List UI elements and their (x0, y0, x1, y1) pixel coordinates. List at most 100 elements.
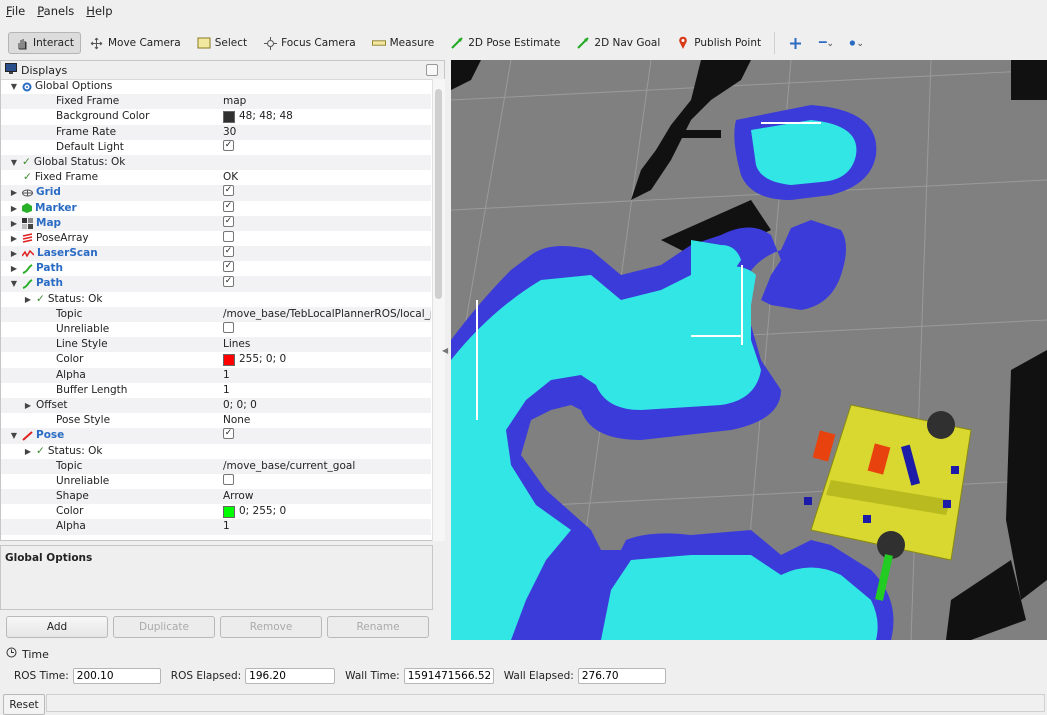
display-tree-row[interactable]: Alpha 1 (1, 519, 431, 535)
menu-file[interactable]: File (0, 4, 31, 18)
color-swatch[interactable] (223, 505, 235, 518)
display-tree-row[interactable]: Color 0; 255; 0 (1, 504, 431, 519)
display-property-value[interactable]: /move_base/current_goal (223, 459, 355, 474)
duplicate-button[interactable]: Duplicate (113, 616, 215, 638)
ros-elapsed-field[interactable] (245, 668, 336, 684)
displays-scrollbar[interactable] (432, 79, 445, 541)
color-swatch[interactable] (223, 353, 235, 366)
focus-camera-tool-button[interactable]: Focus Camera (256, 32, 363, 54)
display-property-value[interactable]: 255; 0; 0 (239, 352, 286, 367)
display-tree-row[interactable]: Alpha 1 (1, 367, 431, 383)
undock-button[interactable] (426, 64, 438, 76)
display-property-value[interactable]: /move_base/TebLocalPlannerROS/local_plan (223, 307, 431, 322)
enabled-checkbox[interactable]: ✓ (223, 185, 234, 197)
display-tree-row[interactable]: Buffer Length 1 (1, 383, 431, 398)
display-tree-row[interactable]: Default Light ✓ (1, 139, 431, 155)
measure-tool-button[interactable]: Measure (365, 32, 442, 54)
display-tree-row[interactable]: ✓ Fixed Frame OK (1, 170, 431, 185)
pose-estimate-tool-button[interactable]: 2D Pose Estimate (443, 32, 567, 54)
display-tree-row[interactable]: Unreliable (1, 473, 431, 489)
display-property-value[interactable]: Arrow (223, 489, 253, 504)
enabled-checkbox[interactable] (223, 230, 234, 242)
display-property-value[interactable]: 0; 255; 0 (239, 504, 286, 519)
display-tree-row[interactable]: ▶ ✓ Status: Ok (1, 292, 431, 307)
expand-down-icon[interactable]: ▼ (9, 276, 19, 291)
display-property-value[interactable]: Lines (223, 337, 250, 352)
display-tree-row[interactable]: ▶ Path ✓ (1, 261, 431, 276)
enabled-checkbox[interactable]: ✓ (223, 276, 234, 288)
remove-button[interactable]: Remove (220, 616, 322, 638)
display-tree-row[interactable]: ▶ Map ✓ (1, 215, 431, 231)
ros-time-field[interactable] (72, 668, 161, 684)
display-property-value[interactable]: 0; 0; 0 (223, 398, 257, 413)
display-tree-row[interactable]: Shape Arrow (1, 489, 431, 505)
menu-panels[interactable]: Panels (31, 4, 80, 18)
enabled-checkbox[interactable] (223, 473, 234, 485)
display-tree-row[interactable]: Topic/move_base/current_goal (1, 458, 431, 474)
add-button[interactable]: Add (6, 616, 108, 638)
display-tree-row[interactable]: ▶ ✓ Status: Ok (1, 444, 431, 459)
display-tree-row[interactable]: ▼ Path ✓ (1, 276, 431, 292)
publish-point-tool-button[interactable]: Publish Point (669, 32, 768, 54)
menu-help[interactable]: Help (80, 4, 118, 18)
move-camera-tool-button[interactable]: Move Camera (83, 32, 188, 54)
expand-right-icon[interactable]: ▶ (23, 444, 33, 459)
collapse-left-arrow-icon[interactable]: ◀ (442, 346, 448, 355)
wall-time-field[interactable] (403, 668, 494, 684)
expand-down-icon[interactable]: ▼ (9, 155, 19, 170)
interact-tool-button[interactable]: Interact (8, 32, 81, 54)
display-tree-row[interactable]: ▶ Offset 0; 0; 0 (1, 397, 431, 414)
display-property-value[interactable]: 1 (223, 519, 230, 534)
display-tree-row[interactable]: Color 255; 0; 0 (1, 352, 431, 367)
expand-right-icon[interactable]: ▶ (9, 216, 19, 231)
display-property-value[interactable]: 30 (223, 125, 236, 140)
reset-button[interactable]: Reset (3, 694, 45, 715)
select-tool-button[interactable]: Select (190, 32, 254, 54)
enabled-checkbox[interactable]: ✓ (223, 428, 234, 440)
display-tree-row[interactable]: ▼ ✓ Global Status: Ok (1, 154, 431, 171)
expand-right-icon[interactable]: ▶ (9, 231, 19, 246)
display-tree-row[interactable]: ▼ Pose ✓ (1, 428, 431, 444)
display-tree-row[interactable]: Frame Rate 30 (1, 124, 431, 140)
enabled-checkbox[interactable]: ✓ (223, 215, 234, 227)
rename-button[interactable]: Rename (327, 616, 429, 638)
display-tree-row[interactable]: Unreliable (1, 322, 431, 337)
scrollbar-thumb[interactable] (435, 89, 442, 299)
expand-right-icon[interactable]: ▶ (9, 201, 19, 216)
enabled-checkbox[interactable]: ✓ (223, 200, 234, 212)
display-property-value[interactable]: None (223, 413, 250, 428)
display-tree-row[interactable]: ▶ LaserScan ✓ (1, 246, 431, 262)
display-tree-row[interactable]: ▶ Marker ✓ (1, 200, 431, 216)
camera-tool-menu[interactable] (841, 32, 869, 54)
expand-right-icon[interactable]: ▶ (23, 292, 33, 307)
display-tree-row[interactable]: Pose Style None (1, 413, 431, 428)
nav-goal-tool-button[interactable]: 2D Nav Goal (569, 32, 667, 54)
expand-down-icon[interactable]: ▼ (9, 428, 19, 443)
expand-right-icon[interactable]: ▶ (23, 398, 33, 413)
expand-right-icon[interactable]: ▶ (9, 246, 19, 261)
enabled-checkbox[interactable]: ✓ (223, 246, 234, 258)
display-tree-row[interactable]: Fixed Frame map (1, 94, 431, 110)
expand-down-icon[interactable]: ▼ (9, 79, 19, 94)
display-tree-row[interactable]: ▶ PoseArray (1, 230, 431, 246)
color-swatch[interactable] (223, 110, 235, 123)
display-property-value[interactable]: OK (223, 170, 238, 185)
remove-tool-menu[interactable] (811, 32, 839, 54)
display-property-value[interactable]: 1 (223, 368, 230, 383)
display-tree-row[interactable]: ▶ Grid ✓ (1, 185, 431, 201)
display-property-value[interactable]: 48; 48; 48 (239, 109, 293, 124)
render-viewport[interactable] (451, 60, 1047, 640)
display-tree-row[interactable]: ▼ Global Options (1, 79, 431, 94)
wall-elapsed-field[interactable] (577, 668, 666, 684)
expand-right-icon[interactable]: ▶ (9, 261, 19, 276)
expand-right-icon[interactable]: ▶ (9, 185, 19, 200)
display-property-value[interactable]: map (223, 94, 246, 109)
add-tool-button[interactable] (781, 32, 809, 54)
display-tree-row[interactable]: Line Style Lines (1, 337, 431, 353)
enabled-checkbox[interactable] (223, 322, 234, 333)
enabled-checkbox[interactable]: ✓ (223, 261, 234, 273)
display-tree-row[interactable]: Background Color 48; 48; 48 (1, 109, 431, 124)
display-tree-row[interactable]: Topic/move_base/TebLocalPlannerROS/local… (1, 306, 431, 322)
display-property-value[interactable]: 1 (223, 383, 230, 398)
enabled-checkbox[interactable]: ✓ (223, 139, 234, 151)
